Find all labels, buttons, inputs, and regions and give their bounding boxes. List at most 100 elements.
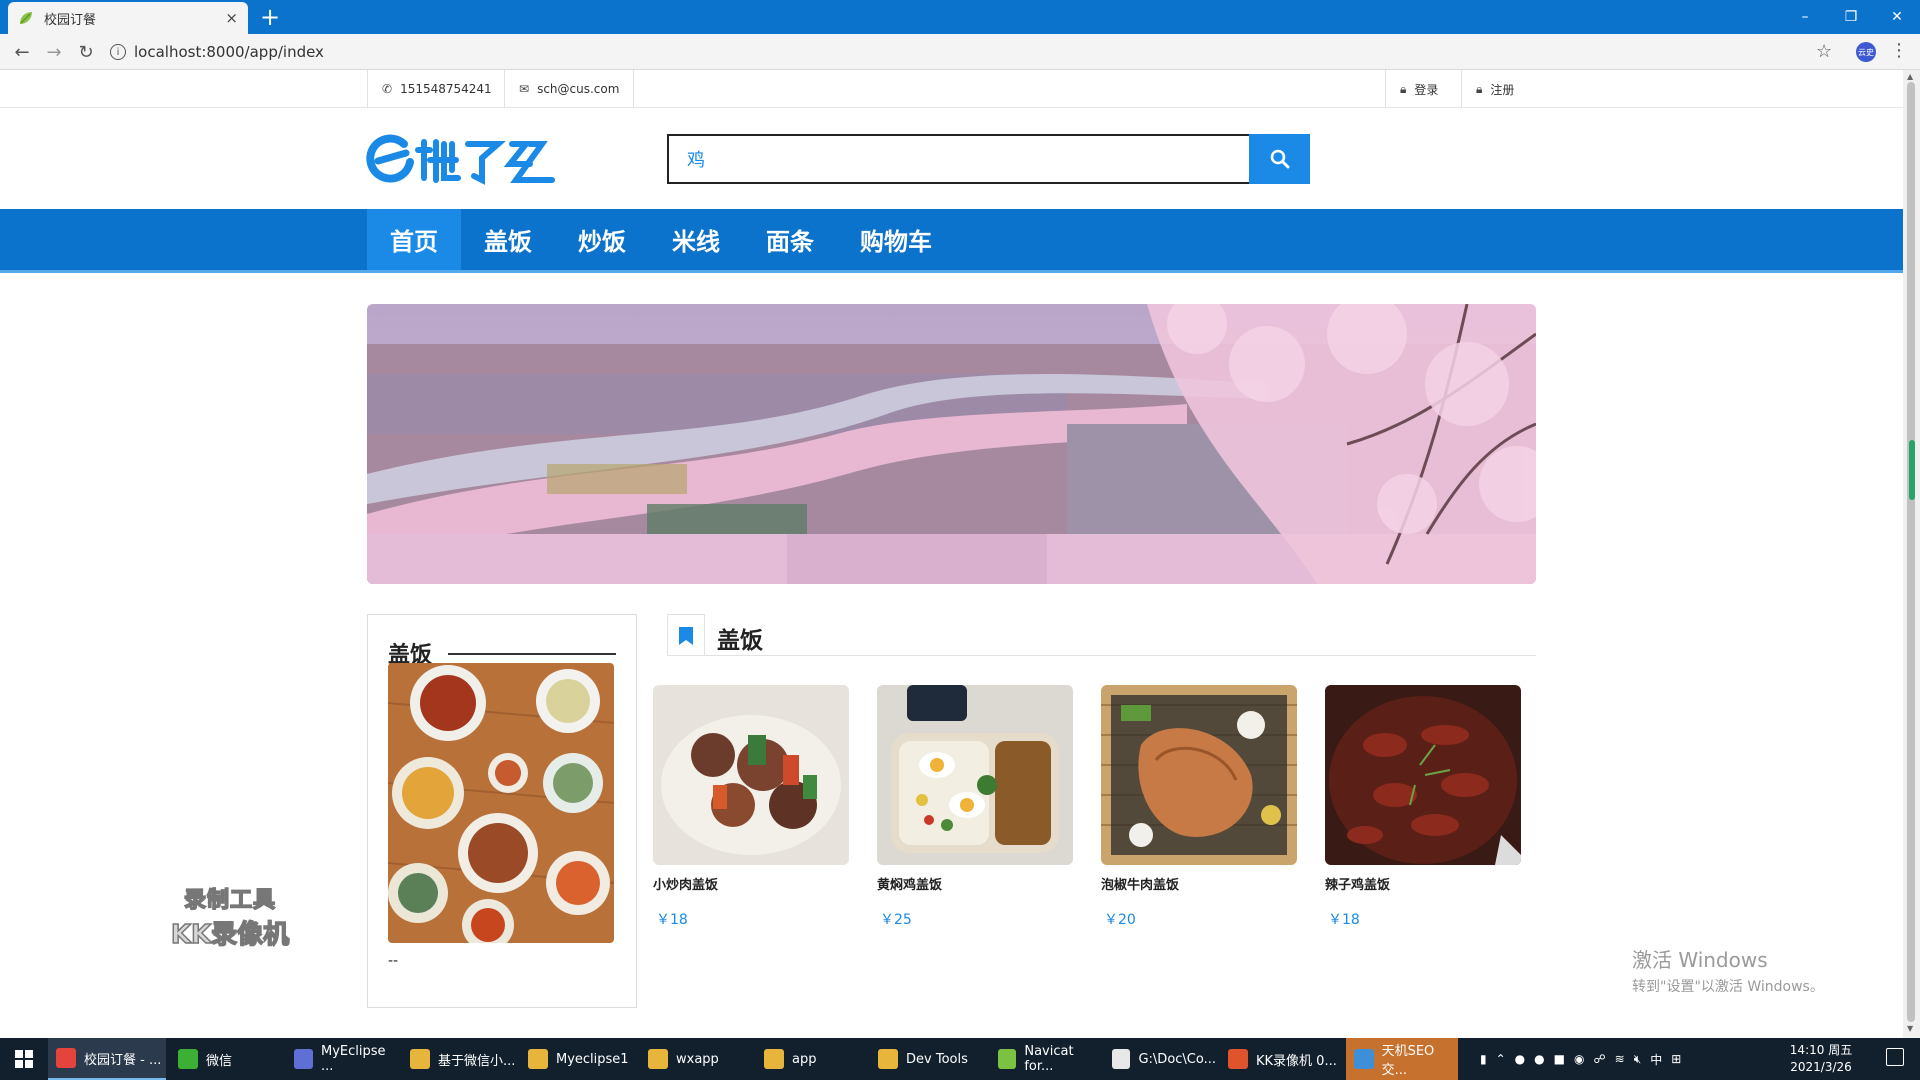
nav-item[interactable]: 盖饭 xyxy=(461,209,555,270)
search-button[interactable] xyxy=(1249,134,1310,184)
taskbar-item-label: 校园订餐 - ... xyxy=(84,1052,162,1068)
restore-button[interactable]: ❐ xyxy=(1828,0,1874,34)
volume-mute-icon[interactable]: 🔇︎ xyxy=(1634,1052,1642,1067)
scrollbar-thumb[interactable] xyxy=(1907,82,1915,1022)
register-label: 注册 xyxy=(1490,82,1515,97)
reload-icon[interactable]: ↻ xyxy=(74,40,98,64)
watermark-line-2: KK录像机 xyxy=(170,919,290,951)
login-link[interactable]: 🔒︎ 登录 xyxy=(1385,70,1461,108)
url-text[interactable]: localhost:8000/app/index xyxy=(134,43,324,61)
action-center-icon[interactable] xyxy=(1886,1048,1904,1066)
taskbar-item[interactable]: wxapp xyxy=(640,1038,752,1080)
seo-tool-icon xyxy=(1354,1049,1374,1069)
envelope-icon: ✉ xyxy=(519,82,530,96)
profile-avatar[interactable]: 云史 xyxy=(1856,42,1876,62)
close-window-button[interactable]: ✕ xyxy=(1874,0,1920,34)
product-name[interactable]: 泡椒牛肉盖饭 xyxy=(1101,874,1297,893)
taskbar-item[interactable]: 校园订餐 - ... xyxy=(48,1038,166,1080)
lock-icon: 🔒︎ xyxy=(1476,81,1483,96)
taskbar-item-label: Dev Tools xyxy=(906,1051,968,1067)
wifi-icon[interactable]: ≋ xyxy=(1615,1052,1625,1066)
product-card[interactable]: 泡椒牛肉盖饭 ￥20 xyxy=(1101,685,1297,929)
product-name[interactable]: 辣子鸡盖饭 xyxy=(1325,874,1521,893)
email-contact: ✉ sch@cus.com xyxy=(504,70,634,108)
tray-app-icon[interactable]: ● xyxy=(1515,1052,1525,1066)
nav-item[interactable]: 米线 xyxy=(649,209,743,270)
taskbar-item-label: 微信 xyxy=(206,1053,233,1069)
windows-logo-icon xyxy=(15,1050,33,1068)
taskbar-item[interactable]: KK录像机 0... xyxy=(1220,1038,1342,1080)
watermark-line-1: 录制工具 xyxy=(183,887,276,914)
folder-icon xyxy=(648,1049,668,1069)
wechat-tray-icon[interactable]: ◉ xyxy=(1574,1052,1584,1066)
new-tab-button[interactable]: + xyxy=(260,3,280,31)
lock-icon: 🔒︎ xyxy=(1400,81,1407,96)
address-bar[interactable]: i localhost:8000/app/index xyxy=(110,38,1840,66)
ime-indicator[interactable]: 中 xyxy=(1650,1051,1662,1068)
taskbar-item[interactable]: app xyxy=(756,1038,866,1080)
section-header: 盖饭 xyxy=(667,614,1536,656)
product-image[interactable] xyxy=(1325,685,1521,865)
cherry-blossom-banner[interactable] xyxy=(367,304,1536,584)
nav-item[interactable]: 面条 xyxy=(743,209,837,270)
product-name[interactable]: 小炒肉盖饭 xyxy=(653,874,849,893)
network-icon[interactable]: ☍ xyxy=(1593,1052,1605,1066)
food-spread-image xyxy=(388,663,614,943)
scroll-down-arrow-icon[interactable]: ▼ xyxy=(1907,1024,1913,1033)
taskbar-item[interactable]: G:\Doc\Co... xyxy=(1104,1038,1216,1080)
nav-item[interactable]: 首页 xyxy=(367,209,461,270)
taskbar-item[interactable]: 微信 xyxy=(170,1038,282,1080)
windows-start-button[interactable] xyxy=(0,1038,48,1080)
browser-tab[interactable]: 校园订餐 × xyxy=(8,2,248,34)
forward-arrow-icon[interactable]: → xyxy=(42,40,66,64)
folder-icon xyxy=(528,1049,548,1069)
taskbar-item-label: Navicat for... xyxy=(1024,1044,1074,1074)
taskbar-item-label: app xyxy=(792,1051,817,1067)
scroll-up-arrow-icon[interactable]: ▲ xyxy=(1907,72,1913,81)
tray-app-icon[interactable]: ■ xyxy=(1554,1052,1565,1066)
tray-app-icon[interactable]: ● xyxy=(1534,1052,1544,1066)
taskbar-clock[interactable]: 14:10 周五 2021/3/26 xyxy=(1776,1042,1866,1076)
nav-item[interactable]: 购物车 xyxy=(837,209,955,270)
search-input[interactable] xyxy=(667,134,1249,184)
product-card[interactable]: 小炒肉盖饭 ￥18 xyxy=(653,685,849,929)
back-arrow-icon[interactable]: ← xyxy=(10,40,34,64)
taskbar-item[interactable]: Myeclipse1 xyxy=(520,1038,636,1080)
leaf-favicon-icon xyxy=(20,12,32,24)
search-icon xyxy=(1270,149,1289,169)
taskbar-item[interactable]: 基于微信小... xyxy=(402,1038,516,1080)
myeclipse-icon xyxy=(294,1049,313,1069)
folder-icon xyxy=(764,1049,784,1069)
nav-item[interactable]: 炒饭 xyxy=(555,209,649,270)
bookmark-star-icon[interactable]: ☆ xyxy=(1816,41,1832,62)
tab-close-icon[interactable]: × xyxy=(225,9,238,27)
search-box xyxy=(667,134,1310,184)
product-name[interactable]: 黄焖鸡盖饭 xyxy=(877,874,1073,893)
feature-card-image[interactable] xyxy=(388,663,614,943)
main-nav: 首页 盖饭 炒饭 米线 面条 购物车 xyxy=(0,209,1903,273)
activation-subtitle: 转到"设置"以激活 Windows。 xyxy=(1632,979,1824,995)
browser-menu-icon[interactable]: ⋮ xyxy=(1890,40,1908,61)
taskbar-item[interactable]: 天机SEO交... xyxy=(1346,1038,1458,1080)
taskbar-item[interactable]: Dev Tools xyxy=(870,1038,986,1080)
product-image[interactable] xyxy=(1101,685,1297,865)
product-card[interactable]: 辣子鸡盖饭 ￥18 xyxy=(1325,685,1521,929)
product-card[interactable]: 黄焖鸡盖饭 ￥25 xyxy=(877,685,1073,929)
web-page: ✆ 151548754241 ✉ sch@cus.com 🔒︎ 登录 🔒︎ 注册 xyxy=(0,70,1903,1038)
product-image[interactable] xyxy=(877,685,1073,865)
banner-image xyxy=(367,304,1536,584)
register-link[interactable]: 🔒︎ 注册 xyxy=(1461,70,1537,108)
tray-expand-icon[interactable]: ⌃ xyxy=(1496,1052,1506,1066)
product-image[interactable] xyxy=(653,685,849,865)
keyboard-layout-icon[interactable]: ⊞ xyxy=(1671,1052,1681,1066)
page-scrollbar[interactable]: ▲ ▼ xyxy=(1903,70,1920,1038)
eleme-logo[interactable] xyxy=(366,130,566,190)
login-label: 登录 xyxy=(1414,82,1439,97)
minimize-button[interactable]: – xyxy=(1782,0,1828,34)
site-info-icon[interactable]: i xyxy=(110,44,126,60)
taskbar-item[interactable]: Navicat for... xyxy=(990,1038,1100,1080)
phone-number: 151548754241 xyxy=(400,82,492,96)
taskbar-item-label: 天机SEO交... xyxy=(1381,1044,1435,1078)
battery-icon[interactable]: ▮ xyxy=(1480,1052,1487,1066)
taskbar-item[interactable]: MyEclipse ... xyxy=(286,1038,398,1080)
